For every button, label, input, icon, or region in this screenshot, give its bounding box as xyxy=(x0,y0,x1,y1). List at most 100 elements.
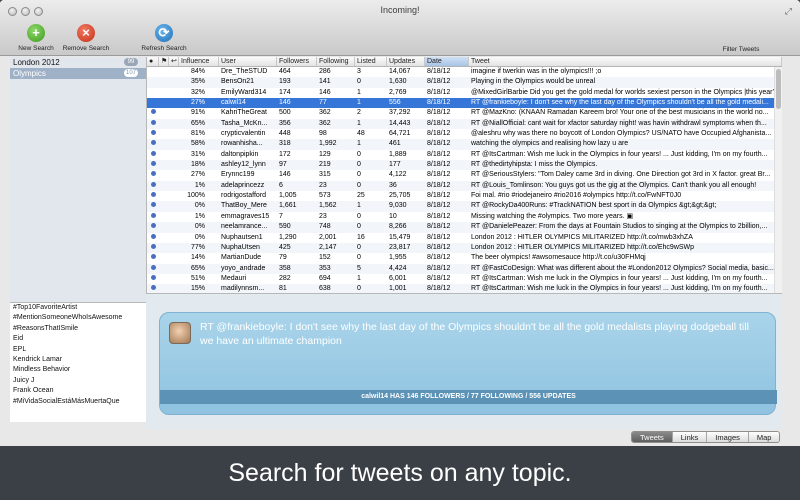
followers-cell: 7 xyxy=(279,212,283,220)
date-cell: 8/18/12 xyxy=(427,202,451,210)
user-cell: ashley12_lynn xyxy=(221,161,266,169)
flag-column-header[interactable]: ⚑ xyxy=(159,57,169,66)
table-row[interactable]: 1% emmagraves15 7 23 0 10 8/18/12 Missing watch… xyxy=(147,212,782,222)
tab-images[interactable]: Images xyxy=(707,432,749,442)
table-row[interactable]: 81% crypticvalentin 448 98 48 64,721 8/18/12 @a… xyxy=(147,129,782,139)
table-row[interactable]: 84% Dre_TheSTUD 464 286 3 14,067 8/18/12 imagin… xyxy=(147,67,782,77)
table-row[interactable]: 18% ashley12_lynn 97 219 0 177 8/18/12 RT @thed… xyxy=(147,160,782,171)
following-cell: 362 xyxy=(319,119,331,127)
flag-cell xyxy=(159,181,169,191)
table-body: 84% Dre_TheSTUD 464 286 3 14,067 8/18/12 imagin… xyxy=(147,67,782,293)
table-row[interactable]: 51% Medauri 282 694 1 6,001 8/18/12 RT @ItsCart… xyxy=(147,274,782,284)
listed-cell: 0 xyxy=(357,212,361,220)
new-search-button[interactable]: + New Search xyxy=(14,24,58,52)
date-cell: 8/18/12 xyxy=(427,192,451,200)
table-row[interactable]: 0% ThatBoy_Mere 1,661 1,562 1 9,030 8/18/12 RT … xyxy=(147,201,782,212)
table-row[interactable]: 100% rodrigostafford 1,005 573 25 25,705 8/18/… xyxy=(147,191,782,201)
filter-tweets-button[interactable]: Filter Tweets xyxy=(716,46,766,53)
table-row[interactable]: 27% Erynnc199 146 315 0 4,122 8/18/12 RT @Serio… xyxy=(147,170,782,180)
followers-column-header[interactable]: Followers xyxy=(277,57,317,66)
updates-column-header[interactable]: Updates xyxy=(387,57,425,66)
followers-cell: 172 xyxy=(279,150,291,158)
trend-item[interactable]: Kendrick Lamar xyxy=(10,355,146,365)
reply-cell xyxy=(169,274,179,284)
trend-item[interactable]: #MiVidaSocialEstáMásMuertaQue xyxy=(10,397,146,407)
table-row[interactable]: 27% calwil14 146 77 1 556 8/18/12 RT @frankiebo… xyxy=(147,98,782,109)
tab-tweets[interactable]: Tweets xyxy=(632,432,673,442)
unread-cell xyxy=(147,201,159,211)
refresh-search-button[interactable]: ⟳ Refresh Search xyxy=(138,24,190,52)
flag-cell xyxy=(159,67,169,77)
tweet-column-header[interactable]: Tweet xyxy=(469,57,782,66)
date-column-header[interactable]: Date xyxy=(425,57,469,66)
unread-dot-icon xyxy=(151,212,156,218)
table-row[interactable]: 1% adelaprincezz 6 23 0 36 8/18/12 RT @Louis_To… xyxy=(147,180,782,192)
table-row[interactable]: 35% BensOn21 193 141 0 1,630 8/18/12 Playing in… xyxy=(147,77,782,88)
table-row[interactable]: 58% rowanhisha... 318 1,992 1 461 8/18/12 watch… xyxy=(147,139,782,150)
following-cell: 141 xyxy=(319,78,331,86)
unread-cell xyxy=(147,243,159,253)
table-row[interactable]: 65% yoyo_andrade 358 353 5 4,424 8/18/12 RT @Fa… xyxy=(147,263,782,274)
unread-cell xyxy=(147,284,159,293)
saved-searches-list: London 2012 99 Olympics 107 xyxy=(10,57,146,302)
reply-cell xyxy=(169,108,179,118)
trend-item[interactable]: Juicy J xyxy=(10,376,146,386)
unread-cell xyxy=(147,253,159,263)
following-cell: 23 xyxy=(319,181,327,189)
unread-cell xyxy=(147,150,159,160)
reply-cell xyxy=(169,253,179,263)
table-row[interactable]: 14% MartianDude 79 152 0 1,955 8/18/12 The beer… xyxy=(147,253,782,263)
unread-cell xyxy=(147,264,159,274)
search-item-olympics[interactable]: Olympics 107 xyxy=(10,68,146,79)
trend-item[interactable]: Mindless Behavior xyxy=(10,365,146,375)
influence-cell: 65% xyxy=(190,119,205,127)
reply-cell xyxy=(169,160,179,170)
tweet-cell: @aleshru why was there no boycott of Lon… xyxy=(471,130,772,138)
influence-column-header[interactable]: Influence xyxy=(179,57,219,66)
trend-item[interactable]: Frank Ocean xyxy=(10,386,146,396)
following-column-header[interactable]: Following xyxy=(317,57,355,66)
table-row[interactable]: 77% NuphaUtsen 425 2,147 0 23,817 8/18/12 Londo… xyxy=(147,242,782,254)
table-row[interactable]: 15% madilynnsm... 81 638 0 1,001 8/18/12 RT @It… xyxy=(147,284,782,293)
table-row[interactable]: 91% KahriTheGreat 500 362 2 37,292 8/18/12 RT @… xyxy=(147,108,782,118)
followers-cell: 79 xyxy=(279,254,287,262)
vertical-scrollbar[interactable] xyxy=(774,67,782,293)
trend-item[interactable]: #ReasonsThatISmile xyxy=(10,324,146,334)
flag-cell xyxy=(159,77,169,87)
scroll-thumb[interactable] xyxy=(776,69,781,109)
table-row[interactable]: 65% Tasha_McKn... 356 362 1 14,443 8/18/12 RT @… xyxy=(147,118,782,130)
trend-item[interactable]: #MentionSomeoneWhoIsAwesome xyxy=(10,313,146,323)
followers-cell: 464 xyxy=(279,68,291,75)
unread-cell xyxy=(147,139,159,149)
unread-cell xyxy=(147,181,159,191)
table-row[interactable]: 32% EmilyWard314 174 146 1 2,769 8/18/12 @Mixed… xyxy=(147,88,782,98)
right-gutter xyxy=(782,57,800,446)
table-row[interactable]: 0% Nuphautsen1 1,290 2,001 16 15,479 8/18/12 Lo… xyxy=(147,233,782,243)
tab-map[interactable]: Map xyxy=(748,432,780,442)
refresh-icon: ⟳ xyxy=(155,24,173,42)
reply-cell xyxy=(169,77,179,87)
following-cell: 638 xyxy=(319,285,331,293)
remove-search-button[interactable]: × Remove Search xyxy=(60,24,112,52)
user-column-header[interactable]: User xyxy=(219,57,277,66)
reply-cell xyxy=(169,201,179,211)
user-cell: adelaprincezz xyxy=(221,181,265,189)
tab-links[interactable]: Links xyxy=(672,432,708,442)
fullscreen-icon[interactable]: ⤢ xyxy=(785,6,792,17)
flag-cell xyxy=(159,160,169,170)
unread-dot-icon xyxy=(151,233,156,239)
tweet-mention-link[interactable]: @frankieboyle xyxy=(217,321,284,333)
trend-item[interactable]: #Top10FavoriteArtist xyxy=(10,303,146,313)
trend-item[interactable]: Eid xyxy=(10,334,146,344)
followers-cell: 81 xyxy=(279,285,287,293)
table-row[interactable]: 0% neelamrance... 590 748 0 8,266 8/18/12 RT @D… xyxy=(147,222,782,233)
unread-dot-icon xyxy=(151,254,156,260)
search-item-london-2012[interactable]: London 2012 99 xyxy=(10,57,146,68)
avatar[interactable] xyxy=(169,322,191,344)
updates-cell: 1,955 xyxy=(389,254,407,262)
listed-column-header[interactable]: Listed xyxy=(355,57,387,66)
unread-column-header[interactable]: ● xyxy=(147,57,159,66)
trend-item[interactable]: EPL xyxy=(10,345,146,355)
table-row[interactable]: 31% daltonpipkin 172 129 0 1,889 8/18/12 RT @It… xyxy=(147,150,782,160)
reply-column-header[interactable]: ↩ xyxy=(169,57,179,66)
